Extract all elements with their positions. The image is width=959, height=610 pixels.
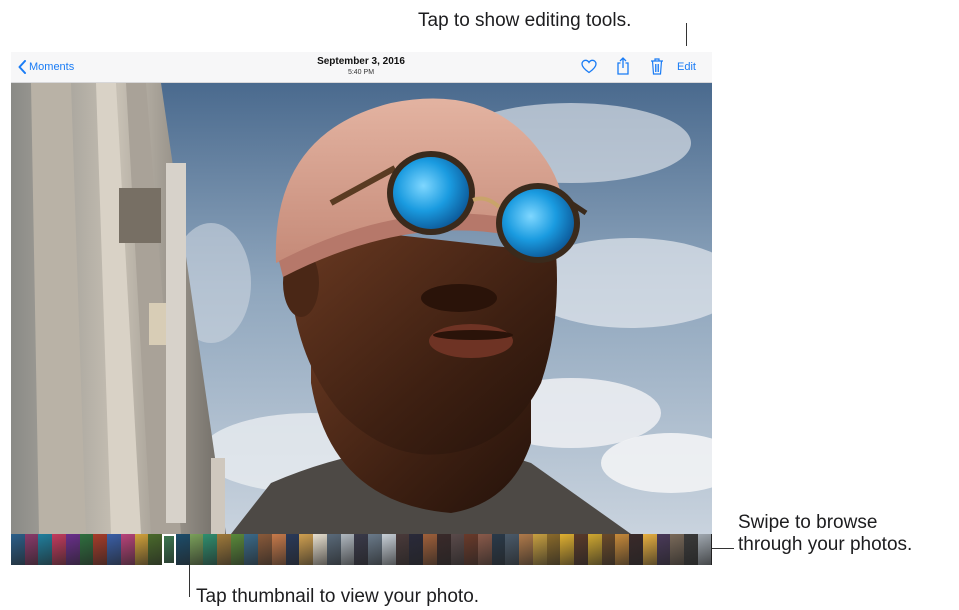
filmstrip-thumbnail[interactable]: [244, 534, 259, 565]
filmstrip-thumbnail[interactable]: [505, 534, 520, 565]
edit-button[interactable]: Edit: [677, 61, 696, 73]
filmstrip-thumbnail[interactable]: [423, 534, 437, 565]
filmstrip-thumbnail[interactable]: [615, 534, 630, 565]
filmstrip-thumbnail[interactable]: [697, 534, 712, 565]
filmstrip-thumbnail[interactable]: [203, 534, 218, 565]
filmstrip-thumbnail[interactable]: [313, 534, 327, 565]
filmstrip-thumbnail[interactable]: [148, 534, 163, 565]
filmstrip-thumbnail[interactable]: [656, 534, 671, 565]
filmstrip-thumbnail[interactable]: [65, 534, 80, 565]
filmstrip-thumbnail[interactable]: [436, 534, 451, 565]
filmstrip-thumbnail[interactable]: [230, 534, 245, 565]
share-icon: [617, 57, 629, 75]
chevron-left-icon: [18, 60, 26, 74]
callout-thumbnail: Tap thumbnail to view your photo.: [196, 586, 480, 607]
filmstrip-thumbnail[interactable]: [93, 534, 108, 565]
filmstrip-thumbnail[interactable]: [368, 534, 382, 565]
back-label: Moments: [29, 61, 75, 73]
filmstrip-thumbnail[interactable]: [120, 534, 135, 565]
photo-date: September 3, 2016: [317, 56, 405, 67]
filmstrip-thumbnail[interactable]: [354, 534, 369, 565]
filmstrip-thumbnail[interactable]: [217, 534, 231, 565]
callout-swipe: Swipe to browse through your photos.: [738, 512, 912, 556]
filmstrip-thumbnail[interactable]: [464, 534, 478, 565]
callout-swipe-line1: Swipe to browse: [738, 512, 878, 533]
filmstrip-thumbnail[interactable]: [326, 534, 341, 565]
thumbnail-filmstrip[interactable]: [11, 534, 712, 565]
photos-app-screen: Moments September 3, 2016 5:40 PM Edit: [11, 52, 712, 565]
filmstrip-thumbnail[interactable]: [532, 534, 547, 565]
delete-button[interactable]: [650, 57, 664, 80]
share-button[interactable]: [616, 57, 630, 80]
filmstrip-thumbnail[interactable]: [395, 534, 410, 565]
callout-swipe-line2: through your photos.: [738, 534, 913, 555]
filmstrip-thumbnail[interactable]: [519, 534, 533, 565]
filmstrip-thumbnail[interactable]: [175, 534, 190, 565]
callout-edit-tools: Tap to show editing tools.: [418, 10, 632, 31]
filmstrip-thumbnail[interactable]: [38, 534, 53, 565]
filmstrip-thumbnail[interactable]: [24, 534, 39, 565]
filmstrip-thumbnail[interactable]: [587, 534, 602, 565]
filmstrip-thumbnail[interactable]: [574, 534, 588, 565]
filmstrip-thumbnail[interactable]: [134, 534, 149, 565]
filmstrip-thumbnail[interactable]: [258, 534, 272, 565]
photo-title: September 3, 2016 5:40 PM: [261, 56, 461, 78]
filmstrip-thumbnail[interactable]: [629, 534, 643, 565]
callout-thumbnail-leader: [189, 565, 190, 597]
filmstrip-thumbnail[interactable]: [11, 534, 25, 565]
filmstrip-thumbnail[interactable]: [107, 534, 121, 565]
filmstrip-thumbnail[interactable]: [409, 534, 424, 565]
filmstrip-thumbnail[interactable]: [601, 534, 616, 565]
heart-icon: [581, 59, 597, 74]
filmstrip-thumbnail[interactable]: [560, 534, 575, 565]
callout-edit-leader: [686, 23, 687, 46]
filmstrip-thumbnail[interactable]: [450, 534, 465, 565]
filmstrip-thumbnail[interactable]: [52, 534, 66, 565]
filmstrip-thumbnail[interactable]: [642, 534, 657, 565]
filmstrip-thumbnail[interactable]: [477, 534, 492, 565]
filmstrip-thumbnail-selected[interactable]: [162, 534, 176, 565]
filmstrip-thumbnail[interactable]: [79, 534, 94, 565]
trash-icon: [651, 58, 663, 75]
main-photo[interactable]: [11, 83, 712, 534]
navigation-bar: Moments September 3, 2016 5:40 PM Edit: [11, 52, 712, 83]
moments-back-button[interactable]: Moments: [18, 60, 74, 74]
filmstrip-thumbnail[interactable]: [381, 534, 396, 565]
favorite-button[interactable]: [581, 59, 597, 79]
filmstrip-thumbnail[interactable]: [546, 534, 561, 565]
filmstrip-thumbnail[interactable]: [271, 534, 286, 565]
portrait-photo-image: [11, 83, 712, 534]
filmstrip-thumbnail[interactable]: [491, 534, 506, 565]
filmstrip-thumbnail[interactable]: [340, 534, 355, 565]
photo-time: 5:40 PM: [347, 69, 375, 76]
filmstrip-thumbnail[interactable]: [285, 534, 300, 565]
filmstrip-thumbnail[interactable]: [683, 534, 698, 565]
filmstrip-thumbnail[interactable]: [189, 534, 204, 565]
filmstrip-thumbnail[interactable]: [670, 534, 684, 565]
filmstrip-thumbnail[interactable]: [299, 534, 314, 565]
